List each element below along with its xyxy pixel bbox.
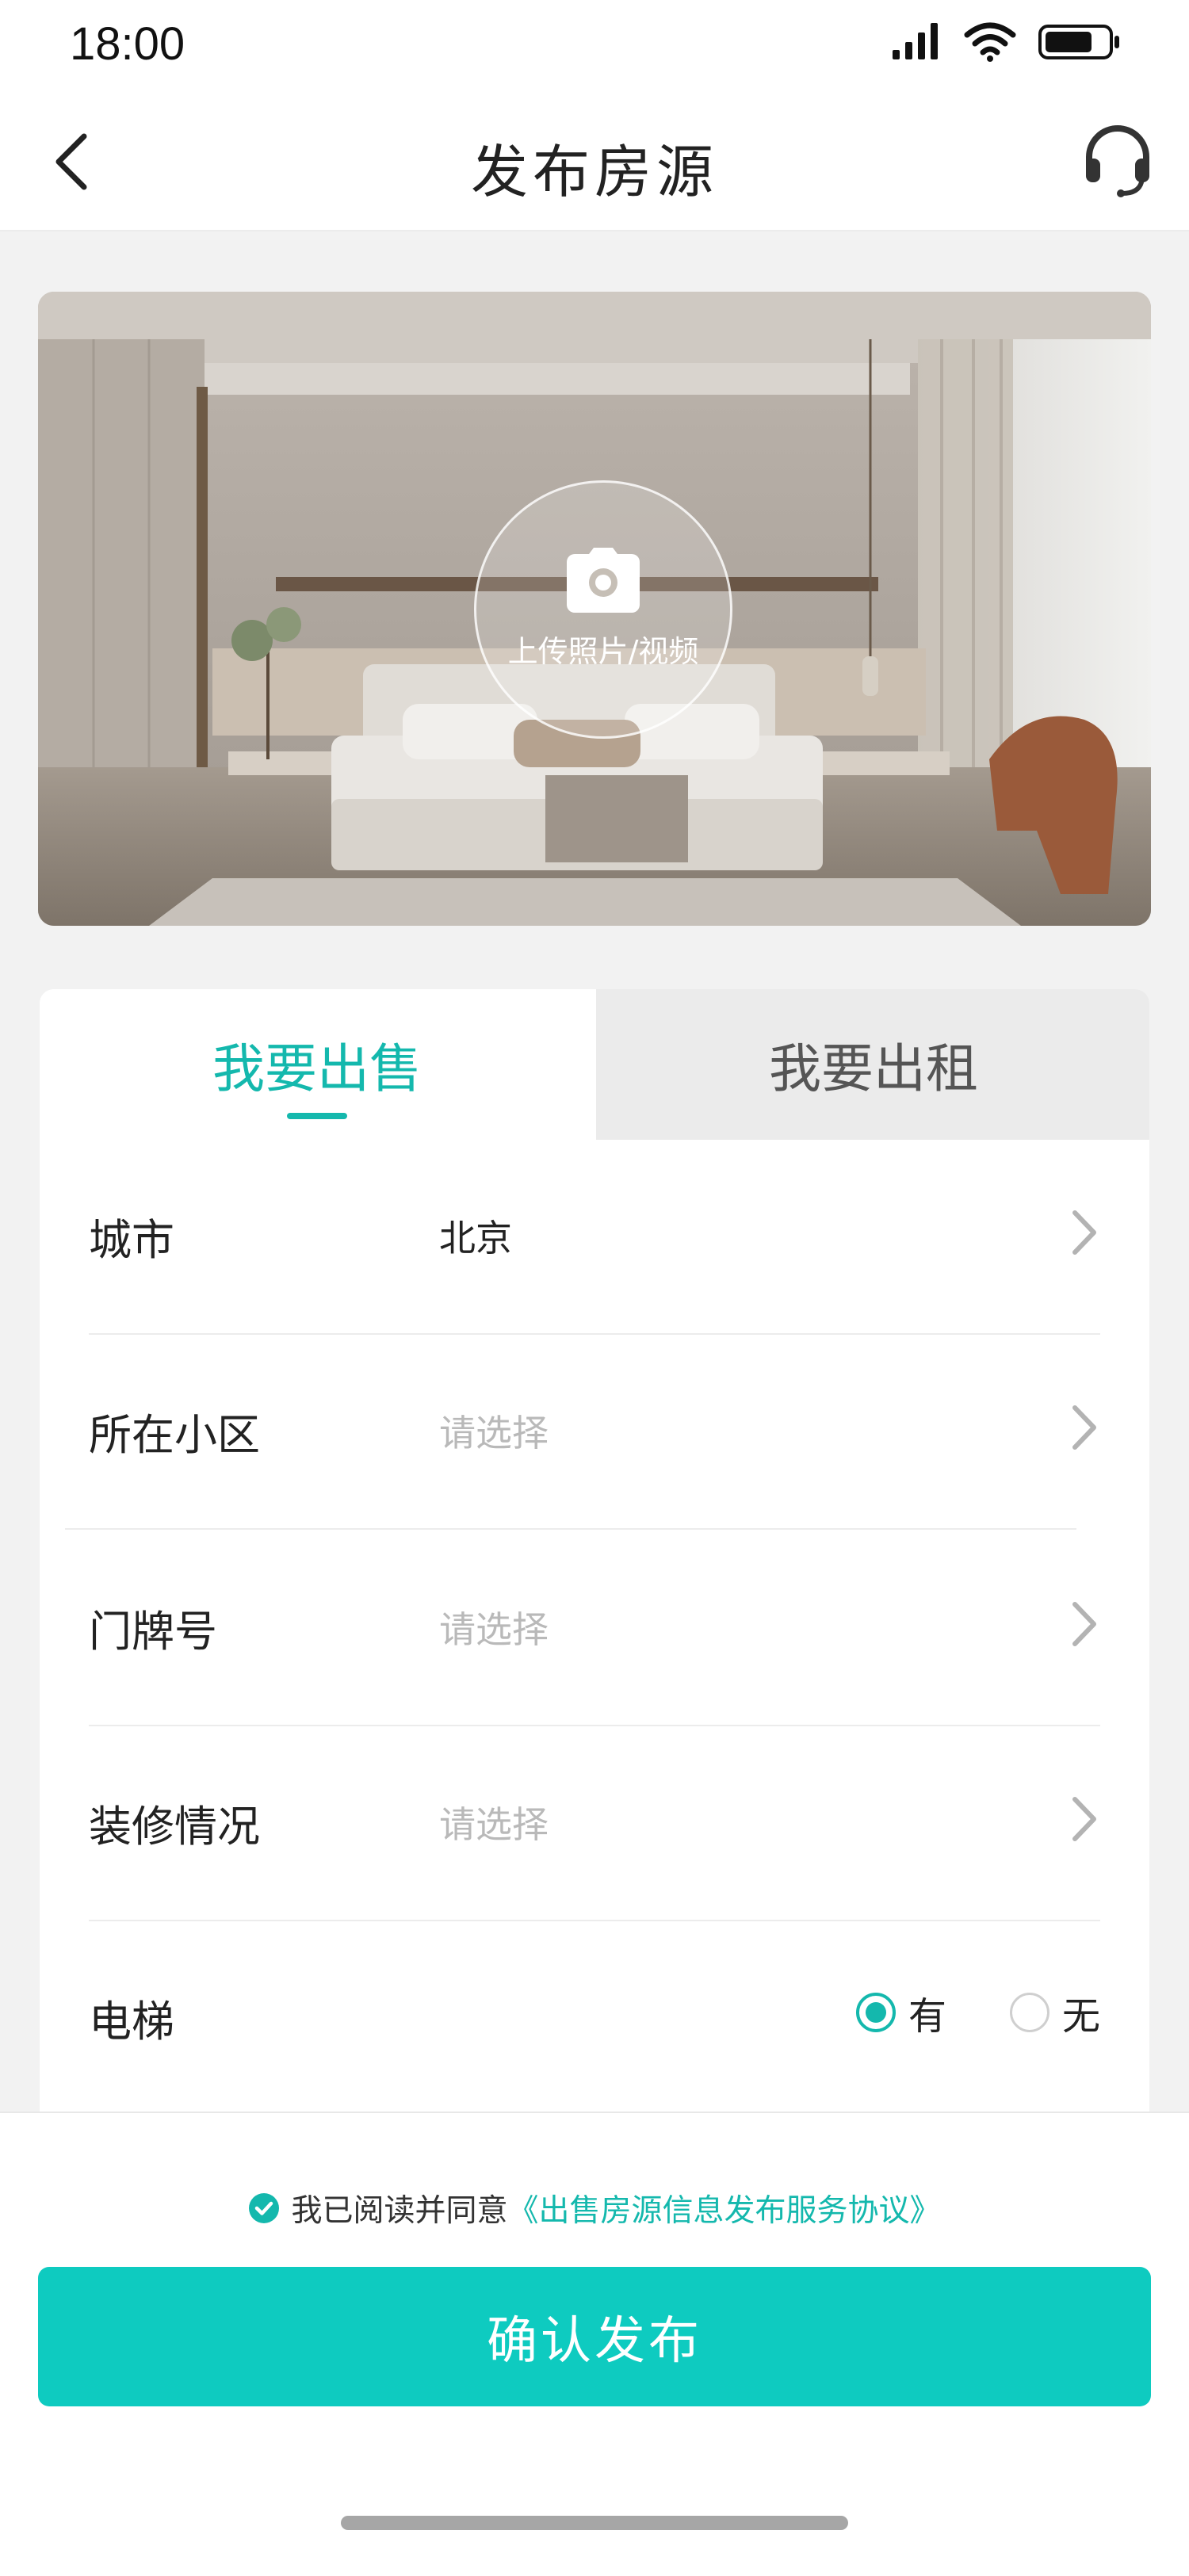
listing-form-card: 我要出售 我要出租 城市 北京 所在小区 请选择 门牌号 请选择 装修情况 请选… — [40, 989, 1149, 2112]
elevator-option-yes-label: 有 — [908, 1994, 946, 2039]
decoration-label: 装修情况 — [89, 1802, 260, 1852]
city-value: 北京 — [439, 1217, 512, 1259]
city-label: 城市 — [89, 1215, 174, 1265]
elevator-row: 电梯 有 无 — [40, 1921, 1149, 2112]
door-number-row[interactable]: 门牌号 请选择 — [40, 1531, 1149, 1726]
door-number-label: 门牌号 — [89, 1607, 217, 1657]
confirm-publish-button[interactable]: 确认发布 — [38, 2267, 1151, 2406]
upload-label: 上传照片/视频 — [507, 634, 699, 669]
chevron-right-icon — [1072, 1797, 1096, 1841]
status-icons — [891, 22, 1121, 62]
elevator-option-yes[interactable]: 有 — [855, 1985, 946, 2040]
customer-service-button[interactable] — [1078, 119, 1157, 198]
elevator-option-no-label: 无 — [1061, 1994, 1100, 2039]
chevron-right-icon — [1072, 1602, 1096, 1646]
home-indicator — [341, 2516, 848, 2530]
nav-bar: 发布房源 — [0, 87, 1189, 231]
tab-bar: 我要出售 我要出租 — [40, 989, 1149, 1140]
door-number-placeholder: 请选择 — [439, 1608, 549, 1651]
radio-selected-icon — [855, 1993, 896, 2032]
chevron-right-icon — [1072, 1210, 1096, 1255]
tab-rent-label: 我要出租 — [769, 1038, 978, 1099]
hero-image: 上传照片/视频 — [38, 292, 1151, 926]
agreement-text: 我已阅读并同意 — [291, 2193, 508, 2229]
elevator-option-no[interactable]: 无 — [1009, 1985, 1100, 2040]
tab-rent[interactable]: 我要出租 — [596, 989, 1149, 1140]
headset-icon — [1086, 125, 1149, 197]
radio-unselected-icon — [1009, 1993, 1049, 2032]
tab-active-indicator — [287, 1113, 347, 1119]
battery-icon — [1038, 25, 1119, 59]
tab-sell-label: 我要出售 — [212, 1038, 422, 1099]
camera-icon — [567, 548, 640, 613]
decoration-row[interactable]: 装修情况 请选择 — [40, 1726, 1149, 1921]
tab-sell[interactable]: 我要出售 — [40, 989, 594, 1140]
bottom-panel: 我已阅读并同意 《出售房源信息发布服务协议》 确认发布 — [0, 2112, 1189, 2576]
agreement: 我已阅读并同意 《出售房源信息发布服务协议》 — [0, 2186, 1189, 2230]
elevator-label: 电梯 — [89, 1997, 174, 2047]
status-time: 18:00 — [70, 18, 185, 70]
elevator-radio-group: 有 无 — [793, 1985, 1100, 2040]
divider — [65, 1528, 1076, 1530]
community-placeholder: 请选择 — [439, 1412, 549, 1454]
community-label: 所在小区 — [89, 1410, 260, 1460]
chevron-right-icon — [1072, 1405, 1096, 1450]
decoration-placeholder: 请选择 — [439, 1803, 549, 1846]
agreement-link[interactable]: 《出售房源信息发布服务协议》 — [508, 2186, 941, 2230]
status-bar: 18:00 — [0, 0, 1189, 87]
wifi-icon — [964, 22, 1016, 62]
upload-media-button[interactable]: 上传照片/视频 — [474, 480, 732, 739]
checkbox-checked-icon[interactable] — [248, 2192, 280, 2224]
page-title: 发布房源 — [470, 139, 718, 205]
community-row[interactable]: 所在小区 请选择 — [40, 1335, 1149, 1530]
city-row[interactable]: 城市 北京 — [40, 1140, 1149, 1335]
signal-icon — [893, 23, 938, 59]
